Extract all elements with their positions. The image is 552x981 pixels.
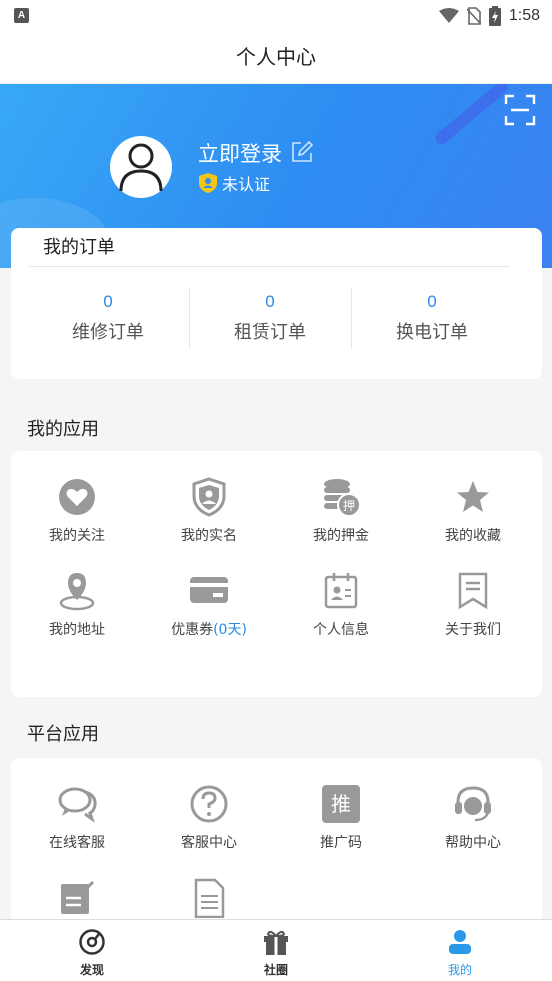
app-label: 我的地址 (49, 622, 105, 638)
scan-icon[interactable] (504, 94, 536, 126)
chat-icon (58, 787, 97, 823)
svg-text:押: 押 (343, 499, 355, 513)
app-label: 我的实名 (181, 528, 237, 544)
order-label: 换电订单 (396, 322, 468, 343)
discover-icon (79, 929, 105, 955)
order-count: 0 (427, 292, 437, 311)
app-label: 个人信息 (313, 622, 369, 638)
status-icons: 1:58 (438, 5, 540, 27)
app-label: 关于我们 (445, 622, 501, 638)
avatar[interactable] (110, 136, 172, 198)
app-label: 在线客服 (49, 835, 105, 851)
tab-community[interactable]: 社圈 (184, 920, 368, 981)
avatar-icon (119, 143, 163, 192)
app-about-us[interactable]: 关于我们 (407, 571, 539, 639)
app-real-name[interactable]: 我的实名 (143, 477, 275, 545)
app-favorites[interactable]: 我的收藏 (407, 477, 539, 545)
star-icon (457, 481, 489, 512)
deposit-icon: 押 (324, 479, 361, 517)
tab-mine[interactable]: 我的 (368, 920, 552, 981)
note-edit-icon (61, 880, 95, 914)
order-count: 0 (103, 292, 113, 311)
app-coupons[interactable]: 优惠券(0天) (143, 571, 275, 639)
divider (29, 266, 510, 267)
status-bar: A 1:58 (0, 0, 552, 32)
no-sim-icon (466, 7, 481, 25)
promo-badge: 推 (331, 792, 351, 816)
app-online-service[interactable]: 在线客服 (11, 784, 143, 852)
coupon-label: 优惠券 (171, 622, 214, 638)
app-service-center[interactable]: 客服中心 (143, 784, 275, 852)
page-title: 个人中心 (0, 32, 552, 84)
hero-stripe (433, 84, 510, 147)
battery-charging-icon (488, 6, 501, 26)
headset-icon (455, 786, 491, 822)
app-help-center[interactable]: 帮助中心 (407, 784, 539, 852)
my-apps-title: 我的应用 (27, 419, 99, 440)
tab-discover[interactable]: 发现 (0, 920, 184, 981)
app-label: 优惠券(0天) (143, 619, 275, 639)
order-rental[interactable]: 0 租赁订单 (189, 286, 351, 350)
app-label: 我的押金 (313, 528, 369, 544)
verify-status-label: 未认证 (222, 175, 271, 194)
orders-title: 我的订单 (43, 237, 115, 258)
card-icon (190, 577, 228, 603)
orders-card: 我的订单 0 维修订单 0 租赁订单 0 换电订单 (11, 228, 542, 379)
tab-label: 我的 (447, 963, 472, 977)
app-label: 我的收藏 (445, 528, 501, 544)
platform-apps-card: 在线客服 客服中心 推 推广码 帮助中心 (11, 758, 542, 928)
app-label: 推广码 (320, 835, 362, 851)
bookmark-icon (458, 572, 488, 610)
app-address[interactable]: 我的地址 (11, 571, 143, 639)
order-label: 维修订单 (72, 322, 144, 343)
app-deposit[interactable]: 押 我的押金 (275, 477, 407, 545)
app-label: 我的关注 (49, 528, 105, 544)
app-feedback[interactable] (11, 878, 143, 918)
shield-icon (199, 173, 217, 193)
question-icon (190, 785, 228, 823)
coupon-days: (0天) (213, 622, 247, 638)
verify-status: 未认证 (198, 171, 270, 195)
profile-card-icon (324, 573, 358, 609)
wifi-icon (438, 8, 459, 23)
gift-icon (264, 930, 288, 955)
order-count: 0 (265, 292, 275, 311)
order-repair[interactable]: 0 维修订单 (27, 286, 189, 350)
app-promo-code[interactable]: 推 推广码 (275, 784, 407, 852)
login-button[interactable]: 立即登录 (198, 138, 282, 168)
location-icon (59, 573, 95, 611)
order-label: 租赁订单 (234, 322, 306, 343)
platform-apps-title: 平台应用 (27, 724, 99, 745)
app-document[interactable] (143, 878, 275, 918)
my-apps-card: 我的关注 我的实名 押 我的押金 我的收藏 我的地址 优惠券(0天) 个人信息 … (11, 451, 542, 697)
bottom-tab-bar: 发现 社圈 我的 (0, 919, 552, 981)
app-personal-info[interactable]: 个人信息 (275, 571, 407, 639)
tab-label: 发现 (79, 963, 104, 977)
heart-icon (59, 479, 95, 515)
document-icon (194, 878, 225, 918)
status-time: 1:58 (508, 7, 540, 24)
app-my-follow[interactable]: 我的关注 (11, 477, 143, 545)
promo-icon: 推 (322, 785, 360, 823)
tab-label: 社圈 (263, 963, 288, 977)
edit-icon[interactable] (290, 140, 314, 164)
user-icon (449, 930, 471, 954)
app-label: 客服中心 (181, 835, 237, 851)
app-notification-icon: A (14, 8, 29, 23)
id-shield-icon (192, 477, 226, 517)
order-battery-swap[interactable]: 0 换电订单 (351, 286, 513, 350)
app-label: 帮助中心 (445, 835, 501, 851)
